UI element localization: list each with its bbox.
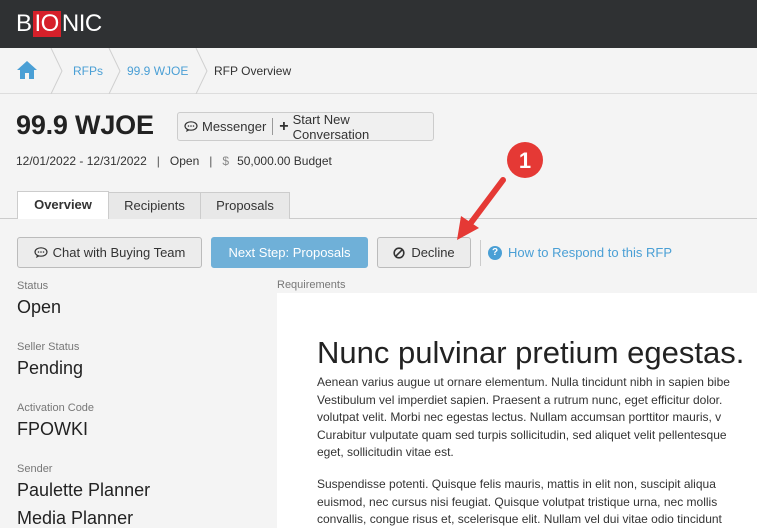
status-value: Open xyxy=(17,297,62,317)
divider: | xyxy=(209,154,213,168)
bionic-logo[interactable]: B IO NIC xyxy=(16,10,102,37)
plus-icon: + xyxy=(279,117,289,135)
annotation-number: 1 xyxy=(519,148,531,173)
messenger-button[interactable]: Messenger xyxy=(178,113,272,140)
breadcrumb-separator-icon xyxy=(108,48,121,94)
start-conversation-button[interactable]: + Start New Conversation xyxy=(273,112,433,142)
breadcrumb-item-current: RFP Overview xyxy=(214,64,292,78)
breadcrumb-separator-icon xyxy=(50,48,63,94)
tab-proposals[interactable]: Proposals xyxy=(200,192,290,219)
rfp-meta: 12/01/2022 - 12/31/2022 | Open | $ 50,00… xyxy=(16,154,332,168)
status-label: Status xyxy=(17,280,49,292)
requirements-paragraph: Suspendisse potenti. Quisque felis mauri… xyxy=(317,477,722,526)
budget: 50,000.00 Budget xyxy=(237,154,332,168)
breadcrumb-item-rfps[interactable]: RFPs xyxy=(73,48,103,94)
tab-recipients[interactable]: Recipients xyxy=(108,192,201,219)
seller-status-value: Pending xyxy=(17,358,84,378)
chat-with-buying-team-button[interactable]: Chat with Buying Team xyxy=(17,237,202,268)
speech-bubble-icon xyxy=(34,246,48,258)
requirements-label: Requirements xyxy=(277,279,346,291)
divider: | xyxy=(156,154,160,168)
breadcrumb-item-rfp[interactable]: 99.9 WJOE xyxy=(127,48,188,94)
annotation-arrow: 1 xyxy=(457,142,543,240)
tab-bar: Overview Recipients Proposals xyxy=(0,190,757,219)
sender-label: Sender xyxy=(17,463,53,475)
next-step-proposals-button[interactable]: Next Step: Proposals xyxy=(211,237,368,268)
speech-bubble-icon xyxy=(184,120,198,132)
activation-code-label: Activation Code xyxy=(17,402,95,414)
breadcrumb: RFPs 99.9 WJOE RFP Overview xyxy=(0,48,757,94)
requirements-document: Nunc pulvinar pretium egestas. Aenean va… xyxy=(277,293,757,528)
sender-role: Media Planner xyxy=(17,508,134,528)
tab-overview[interactable]: Overview xyxy=(17,191,109,219)
ban-icon xyxy=(393,246,405,259)
sender-name: Paulette Planner xyxy=(17,480,151,500)
dollar-icon: $ xyxy=(222,154,230,168)
rfp-status: Open xyxy=(169,154,200,168)
activation-code-value: FPOWKI xyxy=(17,419,88,439)
requirements-heading: Nunc pulvinar pretium egestas. xyxy=(317,335,745,370)
top-bar: B IO NIC xyxy=(0,0,757,48)
home-icon[interactable] xyxy=(16,60,38,80)
messenger-bar: Messenger + Start New Conversation xyxy=(177,112,434,142)
seller-status-label: Seller Status xyxy=(17,341,80,353)
breadcrumb-separator-icon xyxy=(195,48,208,94)
date-range: 12/01/2022 - 12/31/2022 xyxy=(16,154,147,168)
requirements-paragraph: Aenean varius augue ut ornare elementum.… xyxy=(317,375,730,459)
page-title: 99.9 WJOE xyxy=(16,110,154,140)
